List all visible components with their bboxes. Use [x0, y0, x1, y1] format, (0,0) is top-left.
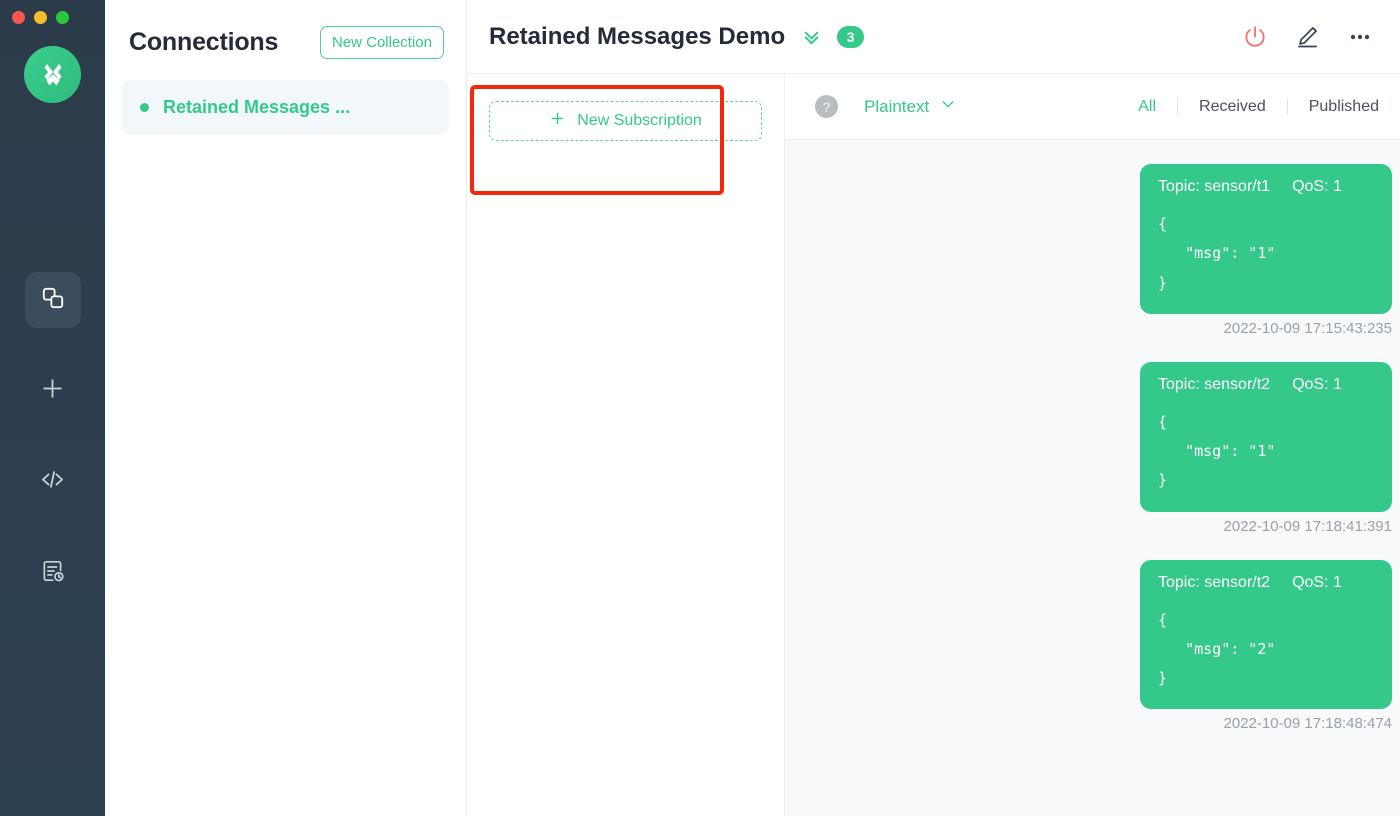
connections-icon: [40, 285, 66, 316]
messages-panel: ? Plaintext All Received Published Topic…: [785, 74, 1400, 816]
message-topic: Topic: sensor/t1: [1158, 178, 1271, 195]
message-meta: Topic: sensor/t2 QoS: 1: [1158, 376, 1374, 394]
message-qos: QoS: 1: [1292, 573, 1342, 591]
tab-all[interactable]: All: [1117, 98, 1177, 116]
connections-panel: Connections New Collection Retained Mess…: [105, 0, 467, 816]
main-panel: Retained Messages Demo 3 New Subscriptio…: [467, 0, 1400, 816]
connection-title: Retained Messages Demo: [489, 22, 786, 50]
message-payload: { "msg": "1" }: [1158, 215, 1276, 292]
message-topic: Topic: sensor/t2: [1158, 375, 1271, 393]
window-maximize-button[interactable]: [56, 11, 69, 24]
message-filter-tabs: All Received Published: [1117, 98, 1400, 116]
more-horizontal-icon[interactable]: [1346, 23, 1374, 51]
connection-header: Retained Messages Demo 3: [467, 0, 1400, 74]
window-minimize-button[interactable]: [34, 11, 47, 24]
list-item: Topic: sensor/t1 QoS: 1 { "msg": "1" } 2…: [1140, 164, 1392, 337]
page-title: Connections: [129, 27, 279, 56]
power-icon[interactable]: [1242, 24, 1268, 50]
window-close-button[interactable]: [12, 11, 25, 24]
tab-received[interactable]: Received: [1178, 98, 1287, 116]
question-mark-icon[interactable]: ?: [815, 95, 838, 118]
message-timestamp: 2022-10-09 17:18:41:391: [1223, 517, 1392, 535]
chevron-down-icon: [940, 96, 956, 117]
window-traffic-lights: [0, 0, 105, 24]
message-bubble[interactable]: Topic: sensor/t2 QoS: 1 { "msg": "1" }: [1140, 361, 1392, 512]
new-subscription-label: New Subscription: [577, 112, 702, 129]
list-item[interactable]: Retained Messages ...: [122, 80, 449, 135]
message-timestamp: 2022-10-09 17:15:43:235: [1223, 319, 1392, 337]
plus-icon: [39, 375, 66, 407]
connections-header: Connections New Collection: [105, 0, 466, 62]
connection-name: Retained Messages ...: [163, 97, 351, 117]
message-bubble[interactable]: Topic: sensor/t2 QoS: 1 { "msg": "2" }: [1140, 559, 1392, 710]
payload-format-value: Plaintext: [864, 96, 930, 116]
new-collection-button[interactable]: New Collection: [319, 25, 444, 59]
app-window: Connections New Collection Retained Mess…: [0, 0, 1400, 816]
sidebar-item-connections[interactable]: [24, 272, 81, 328]
connections-list: Retained Messages ...: [105, 62, 466, 135]
sidebar-item-scripts[interactable]: [25, 454, 81, 510]
payload-format-select[interactable]: Plaintext: [864, 96, 956, 117]
message-count-badge: 3: [837, 25, 865, 48]
list-item: Topic: sensor/t2 QoS: 1 { "msg": "1" } 2…: [1140, 361, 1392, 535]
sidebar-item-new-connection[interactable]: [25, 363, 81, 419]
message-topic: Topic: sensor/t2: [1158, 573, 1271, 591]
message-qos: QoS: 1: [1292, 178, 1342, 195]
new-subscription-button[interactable]: New Subscription: [489, 101, 762, 141]
log-history-icon: [40, 558, 66, 589]
tab-published[interactable]: Published: [1288, 98, 1400, 116]
chevron-double-down-icon[interactable]: [800, 25, 823, 48]
message-timestamp: 2022-10-09 17:18:48:474: [1223, 715, 1392, 733]
content-row: New Subscription ? Plaintext All Receive…: [467, 74, 1400, 816]
message-bubble[interactable]: Topic: sensor/t1 QoS: 1 { "msg": "1" }: [1140, 164, 1392, 314]
message-list: Topic: sensor/t1 QoS: 1 { "msg": "1" } 2…: [785, 140, 1400, 816]
plus-icon: [549, 110, 566, 132]
message-meta: Topic: sensor/t1 QoS: 1: [1158, 178, 1374, 196]
code-icon: [39, 466, 66, 498]
sidebar-item-log[interactable]: [25, 545, 81, 601]
edit-pencil-icon[interactable]: [1294, 24, 1320, 50]
message-payload: { "msg": "2" }: [1158, 610, 1276, 688]
message-meta: Topic: sensor/t2 QoS: 1: [1158, 574, 1374, 592]
message-payload: { "msg": "1" }: [1158, 412, 1276, 490]
list-item: Topic: sensor/t2 QoS: 1 { "msg": "2" } 2…: [1140, 559, 1392, 733]
status-dot-icon: [140, 103, 149, 112]
message-qos: QoS: 1: [1292, 375, 1342, 393]
subscriptions-panel: New Subscription: [467, 74, 810, 816]
icon-rail: [0, 0, 105, 816]
mqttx-logo: [24, 46, 81, 103]
messages-toolbar: ? Plaintext All Received Published: [785, 74, 1400, 140]
rail-nav: [0, 272, 105, 601]
header-actions: [1242, 23, 1374, 51]
